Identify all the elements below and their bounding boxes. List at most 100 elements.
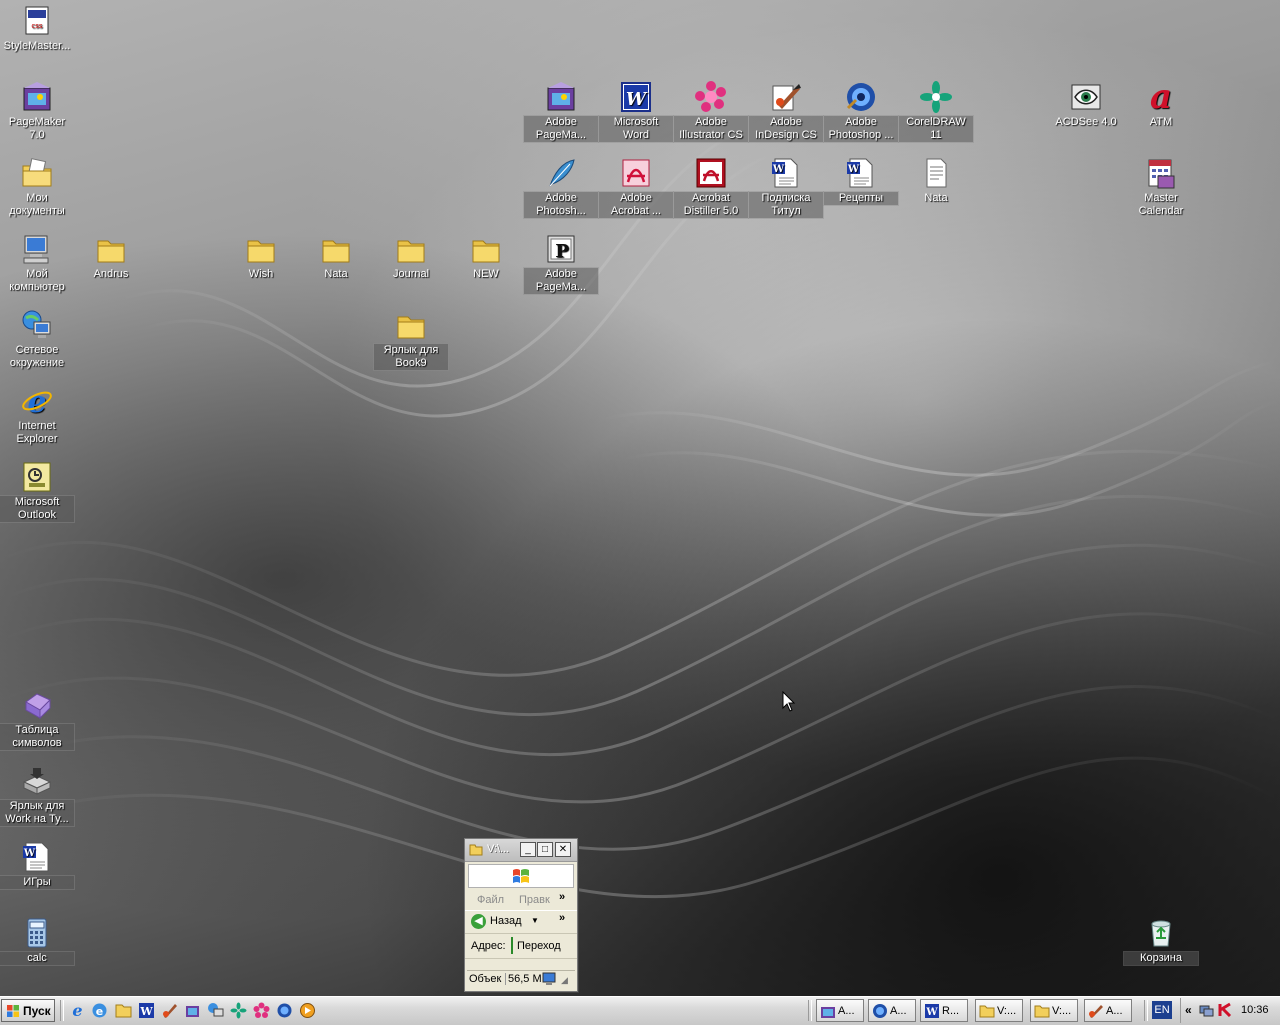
desktop-icon-andrus[interactable]: Andrus — [74, 232, 148, 281]
windows-flag-icon — [513, 869, 529, 883]
desktop-icon-atm[interactable]: a ATM — [1124, 80, 1198, 129]
language-indicator[interactable]: EN — [1152, 1001, 1172, 1019]
task-button[interactable]: A... — [1084, 999, 1132, 1022]
desktop-icon-adobe-pagemaker-2[interactable]: P Adobe PageMa... — [523, 232, 599, 295]
desktop-icon-ms-word[interactable]: W Microsoft Word — [598, 80, 674, 143]
desktop-icon-my-documents[interactable]: Мои документы — [0, 156, 74, 218]
desktop-icon-podpiska[interactable]: W Подписка Титул — [748, 156, 824, 219]
minimize-button[interactable]: _ — [520, 842, 536, 857]
quicklaunch-word-icon[interactable]: W — [138, 1002, 155, 1019]
back-dropdown-icon[interactable]: ▼ — [531, 916, 539, 925]
desktop-icon-my-computer[interactable]: Мой компьютер — [0, 232, 74, 294]
quicklaunch-media-player-icon[interactable] — [299, 1002, 316, 1019]
tray-expand-chevron[interactable]: « — [1185, 1003, 1192, 1017]
quicklaunch-coreldraw-icon[interactable] — [230, 1002, 247, 1019]
desktop-icon-outlook[interactable]: Microsoft Outlook — [0, 460, 75, 523]
menu-overflow-chevron[interactable]: » — [559, 891, 565, 903]
desktop-icon-acrobat[interactable]: Adobe Acrobat ... — [598, 156, 674, 219]
desktop-icon-label: NEW — [473, 268, 499, 280]
desktop-icon-stylemaster[interactable]: css StyleMaster... — [0, 4, 74, 53]
desktop-icon-charmap[interactable]: Таблица символов — [0, 688, 75, 751]
window-titlebar[interactable]: V:\... _ □ ✕ — [465, 839, 577, 862]
desktop-icon-recycle-bin[interactable]: Корзина — [1123, 916, 1199, 966]
clock[interactable]: 10:36 — [1241, 1004, 1269, 1016]
desktop-icon-internet-explorer[interactable]: e Internet Explorer — [0, 384, 74, 446]
quicklaunch-pagemaker-icon[interactable] — [184, 1002, 201, 1019]
indesign-icon — [769, 80, 803, 114]
go-button[interactable]: Переход — [517, 940, 561, 952]
desktop-icon-label: Корзина — [1123, 951, 1199, 966]
desktop-icon-photoshop[interactable]: Adobe Photoshop ... — [823, 80, 899, 143]
quicklaunch-illustrator-icon[interactable] — [253, 1002, 270, 1019]
task-button[interactable]: W R... — [920, 999, 968, 1022]
svg-text:W: W — [772, 164, 785, 175]
desktop: css StyleMaster... PageMaker 7.0 Мои док… — [0, 0, 1280, 996]
quicklaunch-outlook-express-icon[interactable]: e — [91, 1002, 108, 1019]
svg-text:e: e — [72, 1002, 82, 1019]
desktop-icon-adobe-pagemaker-1[interactable]: Adobe PageMa... — [523, 80, 599, 143]
quicklaunch-photoshop-icon[interactable] — [276, 1002, 293, 1019]
toolbar-overflow-chevron[interactable]: » — [559, 912, 565, 924]
quicklaunch-ie-icon[interactable]: e — [69, 1002, 86, 1019]
text-doc-icon — [919, 156, 953, 190]
desktop-icon-network[interactable]: Сетевое окружение — [0, 308, 74, 370]
quicklaunch-folder-icon[interactable] — [115, 1002, 132, 1019]
desktop-icon-coreldraw[interactable]: CorelDRAW 11 — [898, 80, 974, 143]
calendar-icon — [1144, 156, 1178, 190]
desktop-icon-indesign[interactable]: Adobe InDesign CS — [748, 80, 824, 143]
task-button[interactable]: V:... — [1030, 999, 1078, 1022]
desktop-icon-pagemaker7[interactable]: PageMaker 7.0 — [0, 80, 74, 142]
desktop-icon-illustrator[interactable]: Adobe Illustrator CS — [673, 80, 749, 143]
back-arrow-icon[interactable]: ◀ — [471, 914, 486, 929]
desktop-icon-book9[interactable]: Ярлык для Book9 — [373, 308, 449, 371]
quicklaunch-network-icon[interactable] — [207, 1002, 224, 1019]
status-size: 56,5 M — [505, 973, 542, 985]
folder-icon — [394, 232, 428, 266]
desktop-icon-label: Andrus — [93, 268, 129, 280]
desktop-icon-label: Ярлык для Work на Ту... — [0, 799, 75, 827]
start-button[interactable]: Пуск — [1, 999, 55, 1022]
desktop-icon-wish[interactable]: Wish — [224, 232, 298, 281]
tray-antivirus-icon[interactable] — [1218, 1002, 1233, 1018]
task-button[interactable]: A... — [816, 999, 864, 1022]
explorer-window[interactable]: V:\... _ □ ✕ Файл Правк » ◀ Назад ▼ » Ад… — [464, 838, 578, 992]
desktop-icon-label: Мой компьютер — [9, 268, 65, 293]
coreldraw-icon — [919, 80, 953, 114]
quicklaunch-indesign-icon[interactable] — [161, 1002, 178, 1019]
menu-edit[interactable]: Правк — [519, 894, 550, 906]
folder-icon — [244, 232, 278, 266]
desktop-icon-label: Подписка Титул — [748, 191, 824, 219]
folder-icon — [319, 232, 353, 266]
resize-grip-icon[interactable]: ◢ — [561, 975, 568, 986]
desktop-icon-label: calc — [0, 951, 75, 966]
windows-flag-icon — [7, 1005, 19, 1017]
task-button[interactable]: V:... — [975, 999, 1023, 1022]
address-label: Адрес: — [471, 940, 506, 952]
task-button[interactable]: A... — [868, 999, 916, 1022]
menu-file[interactable]: Файл — [477, 894, 504, 906]
desktop-icon-master-calendar[interactable]: Master Calendar — [1124, 156, 1198, 218]
desktop-icon-new[interactable]: NEW — [449, 232, 523, 281]
acrobat-icon — [619, 156, 653, 190]
desktop-icon-recepty[interactable]: W Рецепты — [823, 156, 899, 206]
desktop-icon-work-shortcut[interactable]: Ярлык для Work на Ту... — [0, 764, 75, 827]
desktop-icon-journal[interactable]: Journal — [374, 232, 448, 281]
desktop-icon-acdsee[interactable]: ACDSee 4.0 — [1049, 80, 1123, 129]
desktop-icon-photoshop2[interactable]: Adobe Photosh... — [523, 156, 599, 219]
desktop-icon-calc[interactable]: calc — [0, 916, 75, 966]
photoshop-icon — [844, 80, 878, 114]
desktop-icon-nata-doc[interactable]: Nata — [899, 156, 973, 205]
desktop-icon-label: Таблица символов — [0, 723, 75, 751]
close-button[interactable]: ✕ — [555, 842, 571, 857]
mouse-pointer-icon — [782, 691, 796, 712]
status-bar: Объек 56,5 M ◢ — [467, 970, 575, 989]
desktop-icon-igry[interactable]: W ИГры — [0, 840, 75, 890]
svg-text:e: e — [96, 1005, 103, 1018]
desktop-icon-distiller[interactable]: Acrobat Distiller 5.0 — [673, 156, 749, 219]
maximize-button[interactable]: □ — [537, 842, 553, 857]
desktop-icon-label: Master Calendar — [1138, 192, 1184, 217]
back-button[interactable]: Назад — [490, 915, 522, 927]
tray-network-icon[interactable] — [1199, 1003, 1214, 1018]
desktop-icon-label: Adobe PageMa... — [523, 115, 599, 143]
desktop-icon-nata-folder[interactable]: Nata — [299, 232, 373, 281]
